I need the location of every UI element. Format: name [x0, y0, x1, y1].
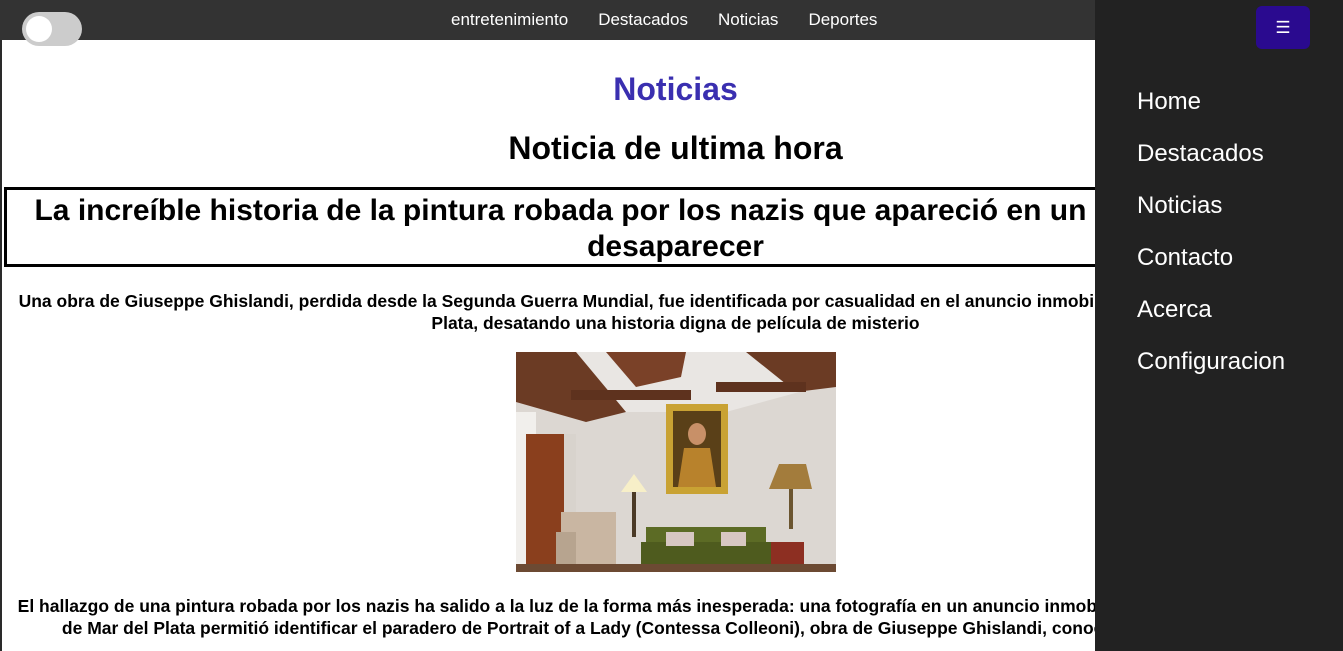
side-menu-item-contacto[interactable]: Contacto — [1137, 232, 1285, 284]
topnav-link-deportes[interactable]: Deportes — [793, 0, 892, 40]
side-menu: ☰ Home Destacados Noticias Contacto Acer… — [1095, 0, 1343, 651]
side-menu-item-destacados[interactable]: Destacados — [1137, 128, 1285, 180]
side-menu-item-acerca[interactable]: Acerca — [1137, 284, 1285, 336]
page: Noticias Noticia de ultima hora La incre… — [0, 0, 1343, 651]
side-menu-item-noticias[interactable]: Noticias — [1137, 180, 1285, 232]
topnav-link-noticias[interactable]: Noticias — [703, 0, 793, 40]
side-menu-item-configuracion[interactable]: Configuracion — [1137, 336, 1285, 388]
article-image — [516, 352, 836, 572]
side-menu-links: Home Destacados Noticias Contacto Acerca… — [1137, 76, 1285, 388]
toggle-knob — [26, 16, 52, 42]
menu-toggle-button[interactable]: ☰ — [1256, 6, 1310, 49]
top-nav: entretenimiento Destacados Noticias Depo… — [436, 0, 892, 40]
theme-toggle-switch[interactable] — [22, 12, 82, 46]
hamburger-icon: ☰ — [1275, 17, 1291, 37]
living-room-photo — [516, 352, 836, 572]
side-menu-item-home[interactable]: Home — [1137, 76, 1285, 128]
topnav-link-destacados[interactable]: Destacados — [583, 0, 703, 40]
topnav-link-entretenimiento[interactable]: entretenimiento — [436, 0, 583, 40]
